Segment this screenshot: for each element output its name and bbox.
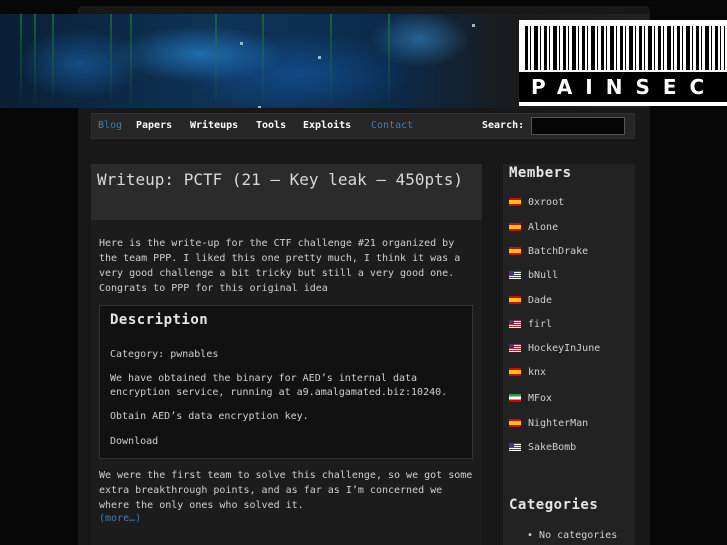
member-item[interactable]: bNull xyxy=(509,268,558,282)
read-more-link[interactable]: (more…) xyxy=(99,511,476,526)
description-text: We have obtained the binary for AED’s in… xyxy=(110,373,448,398)
site-logo[interactable]: PAINSEC xyxy=(519,20,727,106)
description-heading: Description xyxy=(110,312,209,328)
post-outro: We were the first team to solve this cha… xyxy=(99,470,473,511)
member-name: 0xroot xyxy=(528,196,565,208)
member-item[interactable]: firl xyxy=(509,317,552,331)
category-label: No categories xyxy=(539,530,618,541)
member-name: SakeBomb xyxy=(528,441,577,453)
member-name: NighterMan xyxy=(528,417,589,429)
categories-title: Categories xyxy=(509,497,599,513)
spain-flag-icon xyxy=(509,368,521,376)
nav-item-papers[interactable]: Papers xyxy=(136,120,172,131)
member-item[interactable]: MFox xyxy=(509,391,552,405)
member-item[interactable]: knx xyxy=(509,365,546,379)
description-box: Description Category: pwnables We have o… xyxy=(99,305,473,459)
member-name: Dade xyxy=(528,294,553,306)
post-title-bar: Writeup: PCTF (21 – Key leak – 450pts) xyxy=(91,164,482,220)
member-name: knx xyxy=(528,366,547,378)
post-intro: Here is the write-up for the CTF challen… xyxy=(99,238,461,294)
usa-flag-icon xyxy=(509,344,521,352)
nav-item-exploits[interactable]: Exploits xyxy=(303,120,351,131)
member-item[interactable]: BatchDrake xyxy=(509,244,588,258)
download-link[interactable]: Download xyxy=(110,435,466,449)
nav-item-contact[interactable]: Contact xyxy=(371,120,413,131)
usa-flag-icon xyxy=(509,443,521,451)
description-task: Obtain AED’s data encryption key. xyxy=(110,411,309,422)
post-container: Writeup: PCTF (21 – Key leak – 450pts) H… xyxy=(91,164,482,545)
member-item[interactable]: HockeyInJune xyxy=(509,341,600,355)
member-item[interactable]: SakeBomb xyxy=(509,440,576,454)
nav-item-blog[interactable]: Blog xyxy=(98,120,122,131)
members-title: Members xyxy=(509,165,572,181)
category-item: • No categories xyxy=(527,530,618,541)
search-input[interactable] xyxy=(531,117,625,135)
main-navigation: Blog Papers Writeups Tools Exploits Cont… xyxy=(91,113,635,139)
spain-flag-icon xyxy=(509,198,521,206)
spain-flag-icon xyxy=(509,419,521,427)
member-item[interactable]: 0xroot xyxy=(509,195,564,209)
nav-item-writeups[interactable]: Writeups xyxy=(190,120,238,131)
member-name: MFox xyxy=(528,392,553,404)
usa-flag-icon xyxy=(509,271,521,279)
member-name: bNull xyxy=(528,269,559,281)
description-category: Category: pwnables xyxy=(110,349,219,360)
member-item[interactable]: Dade xyxy=(509,293,552,307)
search-label: Search: xyxy=(482,120,525,131)
member-name: Alone xyxy=(528,221,559,233)
spain-flag-icon xyxy=(509,223,521,231)
usa-flag-icon xyxy=(509,320,521,328)
sidebar: Members 0xroot Alone BatchDrake bNull Da… xyxy=(503,164,635,545)
nav-item-tools[interactable]: Tools xyxy=(256,120,286,131)
member-name: HockeyInJune xyxy=(528,342,601,354)
logo-text: PAINSEC xyxy=(519,72,727,102)
iran-flag-icon xyxy=(509,394,521,402)
barcode-graphic xyxy=(525,26,725,70)
post-title[interactable]: Writeup: PCTF (21 – Key leak – 450pts) xyxy=(97,168,477,191)
member-name: BatchDrake xyxy=(528,245,589,257)
member-item[interactable]: Alone xyxy=(509,220,558,234)
member-item[interactable]: NighterMan xyxy=(509,416,588,430)
spain-flag-icon xyxy=(509,296,521,304)
member-name: firl xyxy=(528,318,553,330)
spain-flag-icon xyxy=(509,247,521,255)
